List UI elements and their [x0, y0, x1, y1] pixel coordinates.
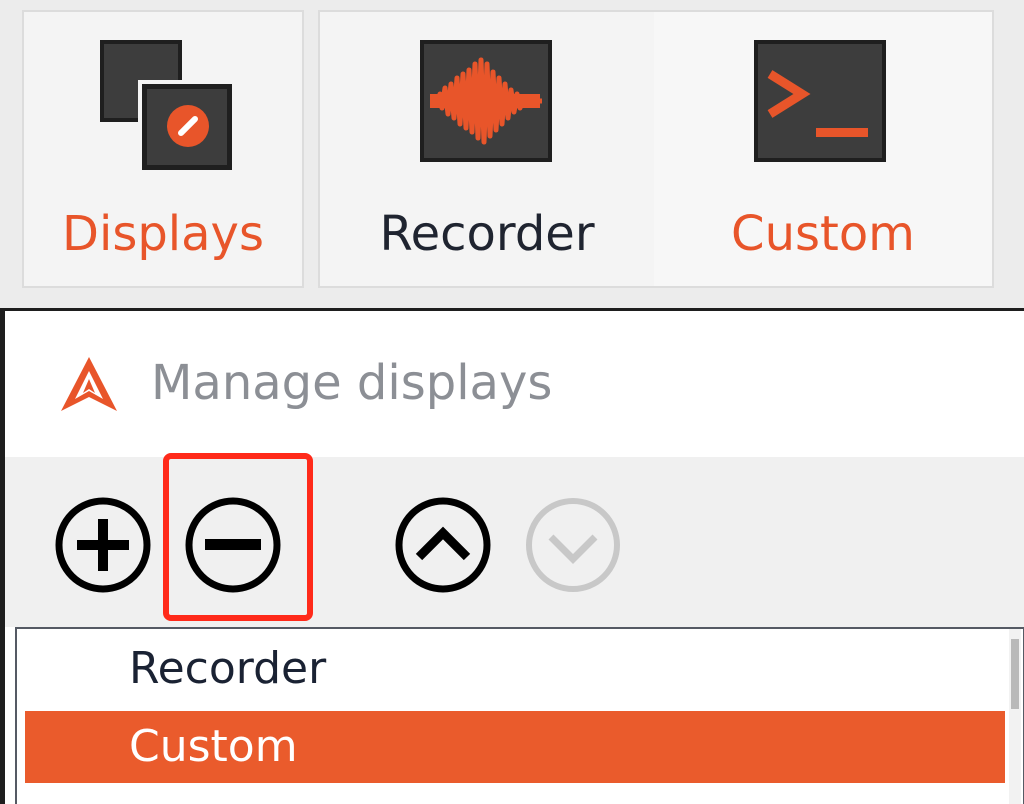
- edit-badge-icon: [167, 105, 209, 147]
- manage-displays-panel: Manage displays Recorder Custom: [0, 308, 1024, 804]
- remove-display-button[interactable]: [183, 495, 283, 595]
- chevron-up-circle-icon: [395, 497, 491, 593]
- panel-title: Manage displays: [151, 355, 553, 411]
- tile-custom[interactable]: Custom: [654, 10, 994, 288]
- terminal-icon: [754, 40, 886, 162]
- add-display-button[interactable]: [53, 495, 153, 595]
- list-item-selected[interactable]: Custom: [25, 711, 1005, 783]
- displays-ribbon: Displays Recorder Custom: [0, 0, 1024, 308]
- move-up-button[interactable]: [393, 495, 493, 595]
- app-logo-icon: [57, 353, 121, 417]
- display-list[interactable]: Recorder Custom: [15, 627, 1024, 804]
- minus-circle-icon: [185, 497, 281, 593]
- plus-circle-icon: [55, 497, 151, 593]
- list-scrollbar[interactable]: [1009, 629, 1021, 804]
- tile-label: Recorder: [379, 206, 595, 262]
- display-edit-icon: [138, 80, 236, 174]
- chevron-down-circle-icon: [526, 498, 620, 592]
- panel-header: Manage displays: [5, 311, 1024, 457]
- screen: Displays Recorder Custom Manage displays…: [0, 0, 1024, 804]
- tile-recorder[interactable]: Recorder: [318, 10, 654, 288]
- tile-label: Custom: [731, 206, 915, 262]
- tile-label: Displays: [62, 206, 264, 262]
- waveform-icon: [420, 40, 552, 162]
- tile-displays[interactable]: Displays: [22, 10, 304, 288]
- list-toolbar: [5, 453, 1024, 627]
- scrollbar-thumb[interactable]: [1011, 639, 1019, 709]
- move-down-button[interactable]: [523, 495, 623, 595]
- list-item[interactable]: Recorder: [25, 633, 1005, 705]
